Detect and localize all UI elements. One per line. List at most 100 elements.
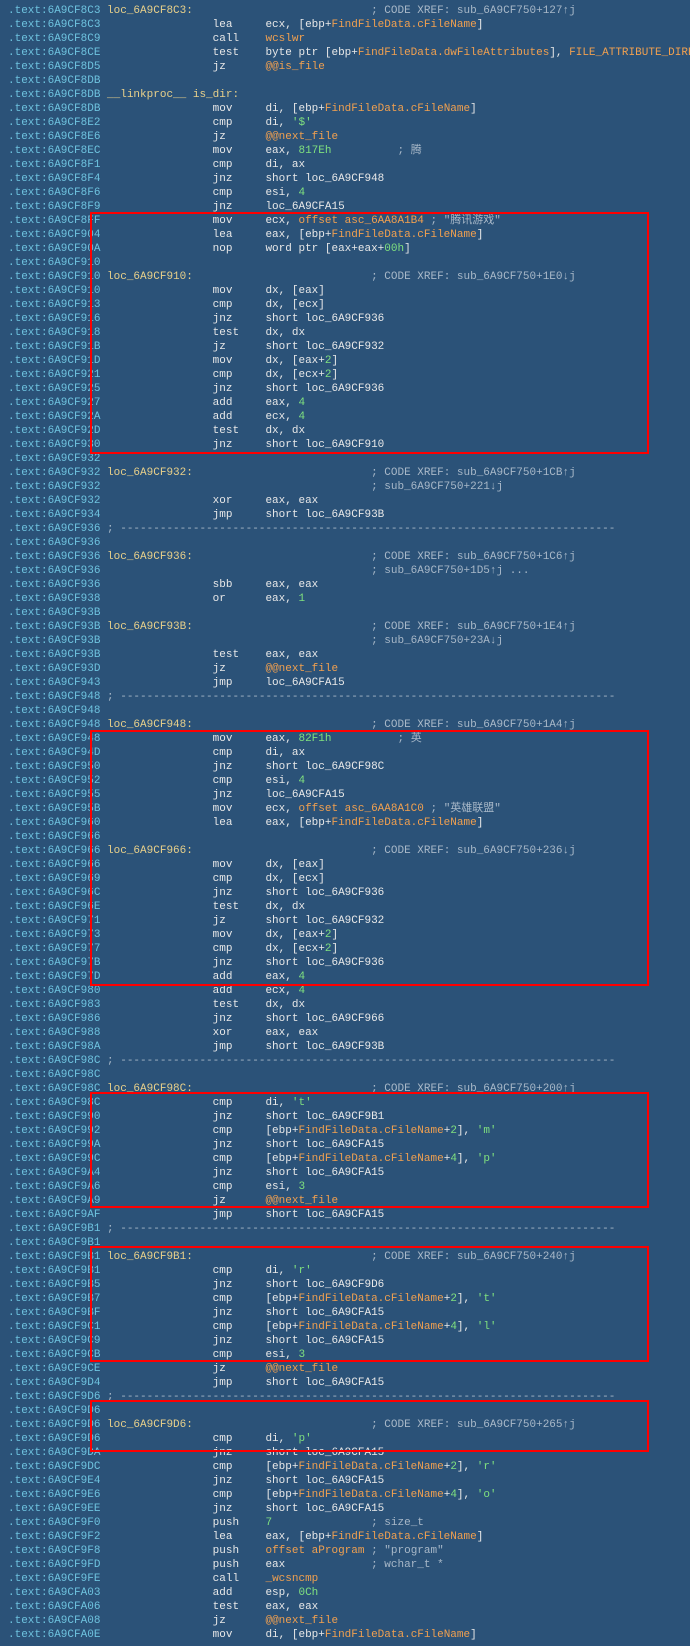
asm-line: .text:6A9CF971 jz short loc_6A9CF932 [0, 914, 690, 928]
asm-line: .text:6A9CF973 mov dx, [eax+2] [0, 928, 690, 942]
asm-line: .text:6A9CF93B ; sub_6A9CF750+23A↓j [0, 634, 690, 648]
asm-line: .text:6A9CF9DA jnz short loc_6A9CFA15 [0, 1446, 690, 1460]
asm-line: .text:6A9CF977 cmp dx, [ecx+2] [0, 942, 690, 956]
asm-line: .text:6A9CF93B [0, 606, 690, 620]
asm-line: .text:6A9CF9E6 cmp [ebp+FindFileData.cFi… [0, 1488, 690, 1502]
asm-line: .text:6A9CF910 mov dx, [eax] [0, 284, 690, 298]
asm-line: .text:6A9CF921 cmp dx, [ecx+2] [0, 368, 690, 382]
asm-line: .text:6A9CF8DB [0, 74, 690, 88]
asm-line: .text:6A9CF97D add eax, 4 [0, 970, 690, 984]
asm-line: .text:6A9CF93B test eax, eax [0, 648, 690, 662]
asm-line: .text:6A9CF948 [0, 704, 690, 718]
asm-line: .text:6A9CF8F9 jnz loc_6A9CFA15 [0, 200, 690, 214]
asm-line: .text:6A9CF938 or eax, 1 [0, 592, 690, 606]
asm-line: .text:6A9CF8DB mov di, [ebp+FindFileData… [0, 102, 690, 116]
asm-line: .text:6A9CF990 jnz short loc_6A9CF9B1 [0, 1110, 690, 1124]
asm-line: .text:6A9CF8DB __linkproc__ is_dir: [0, 88, 690, 102]
asm-line: .text:6A9CF992 cmp [ebp+FindFileData.cFi… [0, 1124, 690, 1138]
asm-line: .text:6A9CF8CE test byte ptr [ebp+FindFi… [0, 46, 690, 60]
asm-line: .text:6A9CF9B5 jnz short loc_6A9CF9D6 [0, 1278, 690, 1292]
asm-line: .text:6A9CF948 mov eax, 82F1h ; 英 [0, 732, 690, 746]
asm-line: .text:6A9CF90A nop word ptr [eax+eax+00h… [0, 242, 690, 256]
asm-line: .text:6A9CF910 loc_6A9CF910: ; CODE XREF… [0, 270, 690, 284]
asm-line: .text:6A9CFA08 jz @@next_file [0, 1614, 690, 1628]
asm-line: .text:6A9CF916 jnz short loc_6A9CF936 [0, 312, 690, 326]
asm-line: .text:6A9CF8E6 jz @@next_file [0, 130, 690, 144]
asm-line: .text:6A9CF952 cmp esi, 4 [0, 774, 690, 788]
asm-line: .text:6A9CF9F0 push 7 ; size_t [0, 1516, 690, 1530]
asm-line: .text:6A9CF925 jnz short loc_6A9CF936 [0, 382, 690, 396]
asm-line: .text:6A9CF93B loc_6A9CF93B: ; CODE XREF… [0, 620, 690, 634]
asm-line: .text:6A9CF98C ; -----------------------… [0, 1054, 690, 1068]
asm-line: .text:6A9CF969 cmp dx, [ecx] [0, 872, 690, 886]
asm-line: .text:6A9CF9D6 ; -----------------------… [0, 1390, 690, 1404]
asm-line: .text:6A9CF932 loc_6A9CF932: ; CODE XREF… [0, 466, 690, 480]
asm-line: .text:6A9CF948 loc_6A9CF948: ; CODE XREF… [0, 718, 690, 732]
asm-line: .text:6A9CF99C cmp [ebp+FindFileData.cFi… [0, 1152, 690, 1166]
asm-line: .text:6A9CF9C1 cmp [ebp+FindFileData.cFi… [0, 1320, 690, 1334]
asm-line: .text:6A9CF966 [0, 830, 690, 844]
asm-line: .text:6A9CF930 jnz short loc_6A9CF910 [0, 438, 690, 452]
asm-line: .text:6A9CF936 ; -----------------------… [0, 522, 690, 536]
asm-line: .text:6A9CF93D jz @@next_file [0, 662, 690, 676]
asm-line: .text:6A9CF98C [0, 1068, 690, 1082]
asm-line: .text:6A9CF9A6 cmp esi, 3 [0, 1180, 690, 1194]
asm-line: .text:6A9CF9DC cmp [ebp+FindFileData.cFi… [0, 1460, 690, 1474]
asm-line: .text:6A9CF9B1 loc_6A9CF9B1: ; CODE XREF… [0, 1250, 690, 1264]
asm-line: .text:6A9CF936 [0, 536, 690, 550]
asm-line: .text:6A9CF904 lea eax, [ebp+FindFileDat… [0, 228, 690, 242]
asm-line: .text:6A9CFA06 test eax, eax [0, 1600, 690, 1614]
asm-line: .text:6A9CF8EC mov eax, 817Eh ; 腾 [0, 144, 690, 158]
asm-line: .text:6A9CF96E test dx, dx [0, 900, 690, 914]
asm-line: .text:6A9CF99A jnz short loc_6A9CFA15 [0, 1138, 690, 1152]
asm-line: .text:6A9CF948 ; -----------------------… [0, 690, 690, 704]
asm-line: .text:6A9CF955 jnz loc_6A9CFA15 [0, 788, 690, 802]
asm-line: .text:6A9CF9B1 [0, 1236, 690, 1250]
asm-line: .text:6A9CF943 jmp loc_6A9CFA15 [0, 676, 690, 690]
asm-line: .text:6A9CF8D5 jz @@is_file [0, 60, 690, 74]
asm-line: .text:6A9CF9CE jz @@next_file [0, 1362, 690, 1376]
asm-line: .text:6A9CF9FE call _wcsncmp [0, 1572, 690, 1586]
asm-line: .text:6A9CF8C3 lea ecx, [ebp+FindFileDat… [0, 18, 690, 32]
asm-line: .text:6A9CF96C jnz short loc_6A9CF936 [0, 886, 690, 900]
asm-line: .text:6A9CF9F2 lea eax, [ebp+FindFileDat… [0, 1530, 690, 1544]
asm-line: .text:6A9CF9F8 push offset aProgram ; "p… [0, 1544, 690, 1558]
asm-line: .text:6A9CF9A9 jz @@next_file [0, 1194, 690, 1208]
asm-line: .text:6A9CF932 xor eax, eax [0, 494, 690, 508]
asm-line: .text:6A9CF92D test dx, dx [0, 424, 690, 438]
asm-line: .text:6A9CF9BF jnz short loc_6A9CFA15 [0, 1306, 690, 1320]
asm-line: .text:6A9CF8C9 call wcslwr [0, 32, 690, 46]
asm-line: .text:6A9CF966 loc_6A9CF966: ; CODE XREF… [0, 844, 690, 858]
asm-line: .text:6A9CF988 xor eax, eax [0, 1026, 690, 1040]
asm-line: .text:6A9CF9A4 jnz short loc_6A9CFA15 [0, 1166, 690, 1180]
asm-line: .text:6A9CF9CB cmp esi, 3 [0, 1348, 690, 1362]
asm-line: .text:6A9CF91B jz short loc_6A9CF932 [0, 340, 690, 354]
asm-line: .text:6A9CFA0E mov di, [ebp+FindFileData… [0, 1628, 690, 1642]
asm-line: .text:6A9CF983 test dx, dx [0, 998, 690, 1012]
asm-line: .text:6A9CF9B7 cmp [ebp+FindFileData.cFi… [0, 1292, 690, 1306]
asm-line: .text:6A9CF8F1 cmp di, ax [0, 158, 690, 172]
asm-line: .text:6A9CF950 jnz short loc_6A9CF98C [0, 760, 690, 774]
asm-line: .text:6A9CF9B1 ; -----------------------… [0, 1222, 690, 1236]
asm-line: .text:6A9CF9EE jnz short loc_6A9CFA15 [0, 1502, 690, 1516]
asm-line: .text:6A9CF92A add ecx, 4 [0, 410, 690, 424]
disassembly-listing: .text:6A9CF8C3 loc_6A9CF8C3: ; CODE XREF… [0, 0, 690, 1646]
asm-line: .text:6A9CF9B1 cmp di, 'r' [0, 1264, 690, 1278]
asm-line: .text:6A9CF932 ; sub_6A9CF750+221↓j [0, 480, 690, 494]
asm-line: .text:6A9CF9D4 jmp short loc_6A9CFA15 [0, 1376, 690, 1390]
asm-line: .text:6A9CFA03 add esp, 0Ch [0, 1586, 690, 1600]
asm-line: .text:6A9CF8E2 cmp di, '$' [0, 116, 690, 130]
asm-line: .text:6A9CF9E4 jnz short loc_6A9CFA15 [0, 1474, 690, 1488]
asm-line: .text:6A9CF936 loc_6A9CF936: ; CODE XREF… [0, 550, 690, 564]
asm-line: .text:6A9CF936 ; sub_6A9CF750+1D5↑j ... [0, 564, 690, 578]
asm-line: .text:6A9CF8FF mov ecx, offset asc_6AA8A… [0, 214, 690, 228]
asm-line: .text:6A9CF936 sbb eax, eax [0, 578, 690, 592]
asm-line: .text:6A9CF9D6 cmp di, 'p' [0, 1432, 690, 1446]
asm-line: .text:6A9CF98C loc_6A9CF98C: ; CODE XREF… [0, 1082, 690, 1096]
asm-line: .text:6A9CF91D mov dx, [eax+2] [0, 354, 690, 368]
asm-line: .text:6A9CF910 [0, 256, 690, 270]
asm-line: .text:6A9CF8C3 loc_6A9CF8C3: ; CODE XREF… [0, 4, 690, 18]
asm-line: .text:6A9CF9D6 [0, 1404, 690, 1418]
asm-line: .text:6A9CF934 jmp short loc_6A9CF93B [0, 508, 690, 522]
asm-line: .text:6A9CF94D cmp di, ax [0, 746, 690, 760]
